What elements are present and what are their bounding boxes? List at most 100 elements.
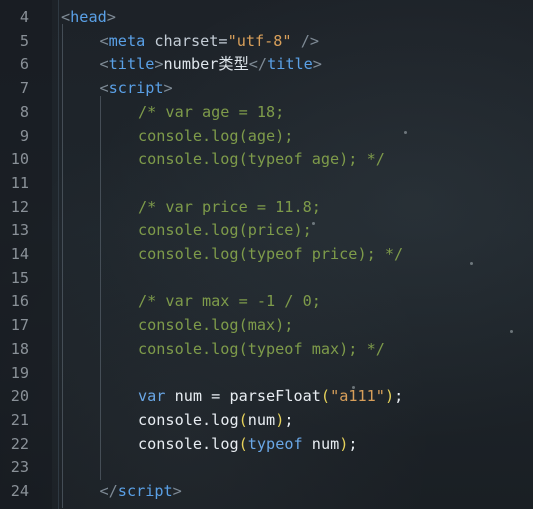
code-token-ident: log — [211, 410, 239, 429]
code-token-comment: console.log(price); — [138, 221, 312, 240]
code-token-ident: console — [138, 410, 203, 429]
code-token-bracket: </ — [99, 482, 118, 500]
code-line[interactable]: console.log(typeof price); */ — [138, 242, 403, 266]
code-token-op: = — [202, 387, 230, 406]
line-number: 9 — [19, 126, 29, 145]
line-number: 7 — [19, 79, 29, 98]
code-line[interactable]: /* var age = 18; — [138, 100, 284, 124]
code-line[interactable]: console.log(typeof age); */ — [138, 147, 385, 171]
code-token-ident: parseFloat — [229, 387, 321, 406]
code-token-comment: console.log(typeof max); */ — [138, 339, 385, 358]
line-number: 10 — [10, 150, 29, 169]
code-token-paren: ( — [320, 387, 331, 406]
code-line[interactable]: var num = parseFloat("a111"); — [138, 384, 403, 408]
code-token-bracket: > — [172, 482, 182, 500]
code-token-bracket: </ — [248, 55, 268, 74]
code-line[interactable]: console.log(max); — [138, 313, 293, 337]
code-token-punct: ; — [348, 434, 358, 453]
code-token-bracket: < — [99, 55, 109, 74]
line-number: 5 — [19, 31, 29, 50]
background-particle — [470, 262, 473, 265]
code-token-bracket: > — [106, 8, 116, 26]
indent-guide-level-2 — [100, 96, 101, 480]
line-number: 16 — [10, 292, 29, 311]
code-token-comment: console.log(typeof price); */ — [138, 245, 404, 263]
code-token-ident: log — [211, 434, 239, 453]
line-number: 13 — [10, 221, 29, 240]
code-token-tag: title — [108, 55, 155, 74]
code-token-bracket: < — [99, 31, 109, 50]
code-token-ident: num — [247, 410, 276, 429]
line-number: 19 — [10, 363, 29, 382]
line-number: 17 — [10, 316, 29, 335]
code-line[interactable]: console.log(num); — [138, 408, 294, 432]
code-token-str: "a111" — [330, 387, 385, 406]
code-token-ident: console — [138, 434, 203, 453]
code-token-ident: num — [174, 387, 203, 406]
line-number: 20 — [10, 387, 29, 406]
code-line[interactable]: console.log(age); — [138, 124, 293, 148]
code-line[interactable]: <script> — [100, 76, 173, 100]
code-token-paren: ) — [275, 410, 285, 429]
code-token-bracket: > — [312, 55, 322, 74]
background-particle — [312, 222, 315, 225]
code-token-tag: title — [267, 55, 313, 74]
code-token-paren: ( — [238, 434, 248, 453]
code-token-comment: console.log(age); — [138, 126, 294, 145]
code-editor[interactable]: 4 5 6 7 8 9 10 11 12 13 14 15 16 17 18 19 20 21 22 23 24 <he… — [0, 0, 533, 509]
code-token-eq: = — [218, 31, 228, 50]
code-token-ident: num — [311, 434, 340, 453]
code-token-str: "utf-8" — [227, 31, 292, 50]
line-number: 6 — [19, 55, 29, 74]
gutter-separator — [58, 0, 59, 509]
code-token-punct: ; — [394, 387, 404, 406]
code-token-punct: ; — [284, 410, 294, 429]
indent-guide-level-1 — [62, 24, 63, 508]
code-token-comment: console.log(max); — [138, 316, 294, 335]
line-number: 24 — [10, 482, 29, 500]
code-token-attr: charset — [154, 31, 219, 50]
code-token-kw: var — [138, 387, 166, 406]
code-token-bracket: > — [163, 79, 173, 98]
code-token-punct: . — [202, 410, 212, 429]
line-number: 14 — [10, 245, 29, 263]
line-number: 18 — [10, 339, 29, 358]
code-line[interactable]: <head> — [61, 5, 116, 29]
code-token-comment: console.log(typeof age); */ — [138, 150, 385, 169]
code-token-comment: /* var age = 18; — [138, 102, 285, 121]
code-token-tag: meta — [108, 31, 146, 50]
code-token-bracket: /> — [291, 31, 320, 50]
code-token-paren: ( — [238, 410, 248, 429]
line-number: 21 — [10, 410, 29, 429]
code-token-tag: script — [108, 79, 164, 98]
line-number: 11 — [10, 173, 29, 192]
code-token-paren: ) — [384, 387, 395, 406]
code-line[interactable]: <title>number类型</title> — [100, 52, 322, 76]
code-token-bracket: > — [154, 55, 164, 74]
code-token-bracket: < — [99, 79, 109, 98]
line-number: 23 — [10, 458, 29, 477]
line-number: 22 — [10, 434, 29, 453]
line-number: 15 — [10, 268, 29, 287]
code-line[interactable]: console.log(price); — [138, 218, 312, 242]
code-token-tag: head — [70, 8, 107, 26]
code-line[interactable]: /* var price = 11.8; — [138, 195, 321, 219]
code-line[interactable]: </script> — [100, 479, 182, 503]
background-particle — [352, 386, 355, 389]
code-line[interactable]: /* var max = -1 / 0; — [138, 289, 321, 313]
code-line[interactable]: <meta charset="utf-8" /> — [100, 29, 320, 53]
code-line[interactable]: console.log(typeof max); */ — [138, 337, 385, 361]
code-token-comment: /* var price = 11.8; — [138, 197, 321, 216]
code-token-comment: /* var max = -1 / 0; — [138, 292, 321, 311]
code-token-kw: typeof — [247, 434, 303, 453]
line-number: 12 — [10, 197, 29, 216]
code-token-text: number类型 — [163, 55, 249, 74]
line-number: 8 — [19, 102, 29, 121]
line-number-gutter: 4 5 6 7 8 9 10 11 12 13 14 15 16 17 18 19 20 21 22 23 24 — [0, 0, 52, 509]
code-line[interactable]: console.log(typeof num); — [138, 432, 358, 456]
code-token-punct: . — [202, 434, 212, 453]
code-token-tag: script — [117, 482, 173, 500]
code-token-bracket: < — [61, 8, 71, 26]
